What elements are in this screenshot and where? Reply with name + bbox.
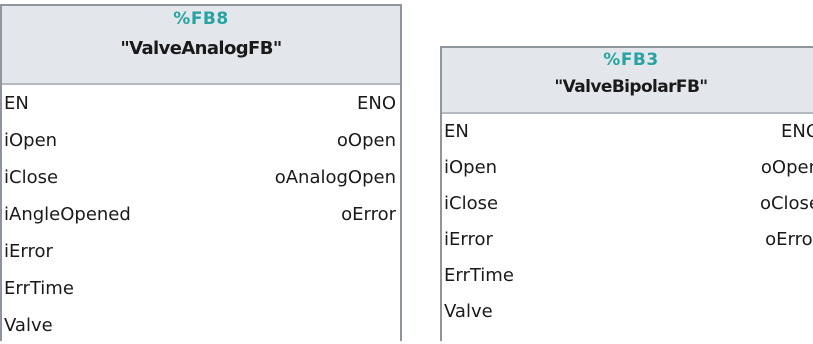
pin-row: iOpen oOpen bbox=[2, 122, 400, 159]
pin-row: EN ENO bbox=[442, 114, 813, 150]
pin-row: Valve bbox=[442, 294, 813, 330]
output-pin-eno[interactable]: ENO bbox=[357, 85, 396, 122]
input-pin-en[interactable]: EN bbox=[4, 85, 29, 122]
input-pin-errtime[interactable]: ErrTime bbox=[4, 270, 74, 307]
pin-row: Valve bbox=[2, 307, 400, 344]
input-pin-iclose[interactable]: iClose bbox=[4, 159, 58, 196]
output-pin-oopen[interactable]: oOpen bbox=[761, 150, 813, 186]
input-pin-iopen[interactable]: iOpen bbox=[444, 150, 497, 186]
input-pin-en[interactable]: EN bbox=[444, 114, 469, 150]
block-instance-label[interactable]: %FB3 bbox=[442, 48, 813, 69]
output-pin-oanalogopen[interactable]: oAnalogOpen bbox=[275, 159, 396, 196]
pin-row: iError oError bbox=[442, 222, 813, 258]
pin-row: ErrTime bbox=[442, 258, 813, 294]
input-pin-iangleopened[interactable]: iAngleOpened bbox=[4, 196, 131, 233]
block-instance-label[interactable]: %FB8 bbox=[2, 6, 400, 28]
block-type-name[interactable]: "ValveAnalogFB" bbox=[2, 36, 400, 62]
output-pin-oerror[interactable]: oError bbox=[765, 222, 813, 258]
input-pin-iopen[interactable]: iOpen bbox=[4, 122, 57, 159]
function-block-valve-analog[interactable]: %FB8 "ValveAnalogFB" EN ENO iOpen oOpen … bbox=[0, 4, 402, 341]
output-pin-oclose[interactable]: oClose bbox=[760, 186, 813, 222]
pin-row: iAngleOpened oError bbox=[2, 196, 400, 233]
pin-row: EN ENO bbox=[2, 85, 400, 122]
input-pin-errtime[interactable]: ErrTime bbox=[444, 258, 514, 294]
output-pin-oerror[interactable]: oError bbox=[341, 196, 396, 233]
function-block-valve-bipolar[interactable]: %FB3 "ValveBipolarFB" EN ENO iOpen oOpen… bbox=[440, 46, 813, 341]
output-pin-oopen[interactable]: oOpen bbox=[337, 122, 396, 159]
input-pin-ierror[interactable]: iError bbox=[444, 222, 493, 258]
block-header: %FB8 "ValveAnalogFB" bbox=[2, 6, 400, 85]
pin-row: iError bbox=[2, 233, 400, 270]
pin-row: ErrTime bbox=[2, 270, 400, 307]
pin-row: iClose oClose bbox=[442, 186, 813, 222]
pin-row: iClose oAnalogOpen bbox=[2, 159, 400, 196]
input-pin-valve[interactable]: Valve bbox=[4, 307, 53, 344]
input-pin-valve[interactable]: Valve bbox=[444, 294, 493, 330]
output-pin-eno[interactable]: ENO bbox=[781, 114, 813, 150]
block-header: %FB3 "ValveBipolarFB" bbox=[442, 48, 813, 114]
input-pin-iclose[interactable]: iClose bbox=[444, 186, 498, 222]
pin-row: iOpen oOpen bbox=[442, 150, 813, 186]
block-type-name[interactable]: "ValveBipolarFB" bbox=[442, 74, 813, 100]
input-pin-ierror[interactable]: iError bbox=[4, 233, 53, 270]
